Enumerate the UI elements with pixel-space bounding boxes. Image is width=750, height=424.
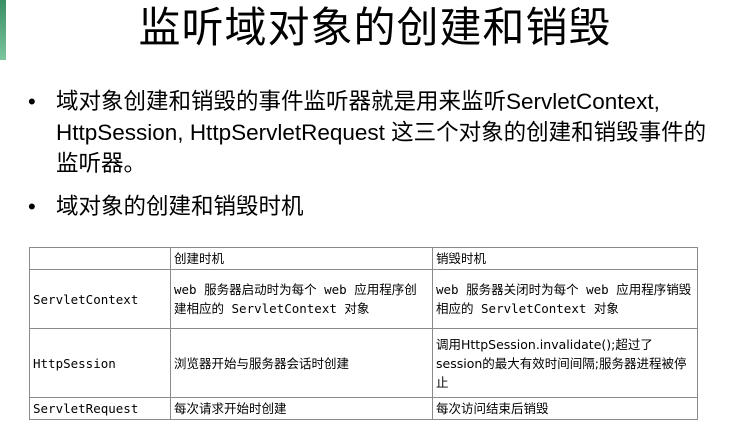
bullet-text: 域对象的创建和销毁时机: [56, 194, 304, 219]
object-name-cell: HttpSession: [29, 328, 171, 398]
destroy-time-cell: 每次访问结束后销毁: [432, 397, 698, 420]
table-row: ServletRequest 每次请求开始时创建 每次访问结束后销毁: [29, 397, 698, 420]
bullet-item: • 域对象的创建和销毁时机: [28, 191, 728, 222]
header-cell-create: 创建时机: [170, 247, 433, 270]
table-row: HttpSession 浏览器开始与服务器会话时创建 调用HttpSession…: [29, 328, 698, 398]
create-time-cell: 浏览器开始与服务器会话时创建: [170, 328, 433, 398]
create-time-cell: web 服务器启动时为每个 web 应用程序创建相应的 ServletConte…: [170, 269, 433, 329]
bullet-list: • 域对象创建和销毁的事件监听器就是用来监听ServletContext, Ht…: [28, 86, 728, 222]
bullet-icon: •: [28, 89, 36, 114]
header-cell-empty: [29, 247, 171, 270]
bullet-icon: •: [28, 194, 36, 219]
lifecycle-table: 创建时机 销毁时机 ServletContext web 服务器启动时为每个 w…: [29, 247, 698, 420]
table-header-row: 创建时机 销毁时机: [29, 247, 698, 270]
object-name-cell: ServletRequest: [29, 397, 171, 420]
header-cell-destroy: 销毁时机: [432, 247, 698, 270]
table-row: ServletContext web 服务器启动时为每个 web 应用程序创建相…: [29, 269, 698, 329]
bullet-item: • 域对象创建和销毁的事件监听器就是用来监听ServletContext, Ht…: [28, 86, 728, 179]
destroy-time-cell: web 服务器关闭时为每个 web 应用程序销毁相应的 ServletConte…: [432, 269, 698, 329]
slide-title: 监听域对象的创建和销毁: [138, 3, 612, 52]
create-time-cell: 每次请求开始时创建: [170, 397, 433, 420]
object-name-cell: ServletContext: [29, 269, 171, 329]
bullet-text: 域对象创建和销毁的事件监听器就是用来监听ServletContext, Http…: [56, 89, 707, 176]
destroy-time-cell: 调用HttpSession.invalidate();超过了session的最大…: [432, 328, 698, 398]
